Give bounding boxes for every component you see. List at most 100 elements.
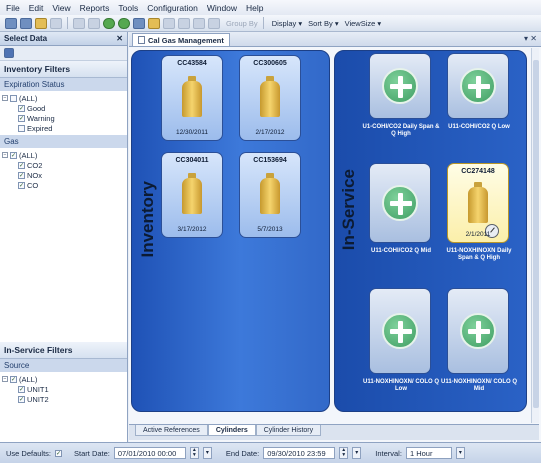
- home-icon[interactable]: [4, 48, 14, 58]
- start-date-spinner[interactable]: ▲ ▼: [189, 447, 199, 459]
- display-dropdown[interactable]: Display ▾: [272, 19, 302, 28]
- tree-item-good[interactable]: ✓ Good: [2, 103, 127, 113]
- tab-controls[interactable]: ▾ ✕: [524, 34, 537, 43]
- add-cylinder-slot[interactable]: U11-NOXHINOXN/ COLO Q Low: [363, 288, 439, 392]
- menu-edit[interactable]: Edit: [29, 3, 44, 13]
- grid-view-icon[interactable]: [5, 17, 17, 29]
- forward-icon[interactable]: [178, 17, 190, 29]
- gas-tree: − ✓ (ALL) ✓ CO2 ✓ NOx ✓ CO: [0, 148, 127, 192]
- collapse-icon[interactable]: −: [2, 95, 8, 101]
- group-by-button[interactable]: Group By: [226, 19, 258, 28]
- cylinder-card[interactable]: CC300605 2/17/2012: [239, 55, 301, 141]
- menu-view[interactable]: View: [52, 3, 70, 13]
- slot-label: U11-NOXHINOXN Daily Span & Q High: [446, 248, 512, 261]
- copy-icon[interactable]: [88, 17, 100, 29]
- start-date-input[interactable]: 07/01/2010 00:00: [113, 447, 186, 459]
- tree-item-all[interactable]: − ✓ (ALL): [2, 150, 127, 160]
- tree-item-unit2[interactable]: ✓ UNIT2: [2, 394, 127, 404]
- tab-active-references[interactable]: Active References: [135, 425, 208, 436]
- tab-cal-gas-management[interactable]: Cal Gas Management: [132, 33, 230, 46]
- panel-spacer: [0, 192, 127, 342]
- checkbox[interactable]: ✓: [18, 104, 25, 112]
- slot-label: U11-COHI/CO2 Q Low: [448, 124, 510, 130]
- tree-item-nox[interactable]: ✓ NOx: [2, 170, 127, 180]
- menu-tools[interactable]: Tools: [118, 3, 138, 13]
- cylinder-content: Inventory CC43584 12/30/2011 CC300605 2/…: [129, 48, 539, 423]
- checkbox[interactable]: ✓: [18, 114, 25, 122]
- add-cylinder-slot[interactable]: U11-COHI/CO2 Q Mid: [369, 163, 431, 254]
- toolbar-separator: [262, 17, 264, 29]
- menu-file[interactable]: File: [6, 3, 20, 13]
- gas-cylinder-icon: [260, 76, 280, 117]
- cylinder-card[interactable]: CC153694 5/7/2013: [239, 152, 301, 238]
- print-icon[interactable]: [208, 17, 220, 29]
- sort-by-dropdown[interactable]: Sort By ▾: [308, 19, 338, 28]
- cylinder-id: CC153694: [253, 157, 287, 164]
- add-cylinder-slot[interactable]: U1-COHI/CO2 Daily Span & Q High: [362, 53, 440, 137]
- close-icon[interactable]: ✕: [116, 34, 123, 43]
- use-defaults-checkbox[interactable]: ✓: [55, 449, 63, 457]
- document-icon: [138, 36, 145, 44]
- checkbox[interactable]: ✓: [18, 181, 25, 189]
- menu-configuration[interactable]: Configuration: [147, 3, 198, 13]
- add-cylinder-slot[interactable]: U11-COHI/CO2 Q Low: [447, 53, 510, 130]
- scrollbar-thumb[interactable]: [533, 60, 539, 408]
- tree-item-expired[interactable]: Expired: [2, 123, 127, 133]
- run-icon[interactable]: [118, 17, 130, 29]
- tree-item-warning[interactable]: ✓ Warning: [2, 113, 127, 123]
- end-date-spinner[interactable]: ▲ ▼: [339, 447, 349, 459]
- cylinder-date: 12/30/2011: [175, 129, 209, 136]
- menu-window[interactable]: Window: [207, 3, 237, 13]
- cylinder-card[interactable]: CC43584 12/30/2011: [161, 55, 223, 141]
- end-date-dropdown[interactable]: ▾: [352, 447, 362, 459]
- view-size-dropdown[interactable]: ViewSize ▾: [345, 19, 382, 28]
- end-date-input[interactable]: 09/30/2010 23:59: [263, 447, 336, 459]
- inservice-filters-heading: In-Service Filters: [0, 342, 127, 359]
- add-icon: [382, 185, 418, 221]
- undo-icon[interactable]: [50, 17, 62, 29]
- add-icon: [460, 313, 496, 349]
- back-icon[interactable]: [163, 17, 175, 29]
- tree-item-co[interactable]: ✓ CO: [2, 180, 127, 190]
- checkbox[interactable]: ✓: [10, 151, 17, 159]
- tab-cylinders[interactable]: Cylinders: [207, 425, 256, 436]
- checkbox[interactable]: ✓: [18, 385, 25, 393]
- export-icon[interactable]: [193, 17, 205, 29]
- source-heading: Source: [0, 359, 127, 372]
- tree-item-co2[interactable]: ✓ CO2: [2, 160, 127, 170]
- tree-item-all[interactable]: − (ALL): [2, 93, 127, 103]
- interval-select[interactable]: 1 Hour: [405, 447, 452, 459]
- checkbox[interactable]: [18, 124, 25, 132]
- list-view-icon[interactable]: [20, 17, 32, 29]
- tree-item-all[interactable]: − ✓ (ALL): [2, 374, 127, 384]
- interval-label: Interval:: [375, 448, 402, 458]
- inservice-panel: In-Service U1-COHI/CO2 Daily Span & Q Hi…: [334, 50, 527, 412]
- tree-label: (ALL): [19, 374, 38, 384]
- vertical-scrollbar[interactable]: [531, 48, 539, 423]
- checkbox[interactable]: ✓: [18, 395, 25, 403]
- cylinder-card[interactable]: CC304011 3/17/2012: [161, 152, 223, 238]
- checkbox[interactable]: ✓: [10, 375, 17, 383]
- menu-reports[interactable]: Reports: [80, 3, 110, 13]
- save-icon[interactable]: [35, 17, 47, 29]
- interval-dropdown[interactable]: ▾: [455, 447, 465, 459]
- tree-item-unit1[interactable]: ✓ UNIT1: [2, 384, 127, 394]
- checkbox[interactable]: ✓: [18, 161, 25, 169]
- cut-icon[interactable]: [73, 17, 85, 29]
- tab-cylinder-history[interactable]: Cylinder History: [255, 425, 322, 436]
- menu-help[interactable]: Help: [246, 3, 263, 13]
- selected-cylinder-card[interactable]: CC274148 2/1/2011 U11-NOXHINOXN Daily Sp…: [446, 163, 512, 261]
- cylinder-date: 3/17/2012: [177, 226, 207, 233]
- refresh-icon[interactable]: [103, 17, 115, 29]
- filter-icon[interactable]: [133, 17, 145, 29]
- slot-label: U1-COHI/CO2 Daily Span & Q High: [362, 124, 440, 137]
- start-date-dropdown[interactable]: ▾: [202, 447, 212, 459]
- checkbox[interactable]: ✓: [18, 171, 25, 179]
- folder-icon[interactable]: [148, 17, 160, 29]
- inventory-panel: Inventory CC43584 12/30/2011 CC300605 2/…: [131, 50, 330, 412]
- checkbox[interactable]: [10, 94, 17, 102]
- add-cylinder-slot[interactable]: U11-NOXHINOXN/ COLO Q Mid: [441, 288, 517, 392]
- select-data-title: Select Data: [4, 34, 48, 43]
- collapse-icon[interactable]: −: [2, 376, 8, 382]
- collapse-icon[interactable]: −: [2, 152, 8, 158]
